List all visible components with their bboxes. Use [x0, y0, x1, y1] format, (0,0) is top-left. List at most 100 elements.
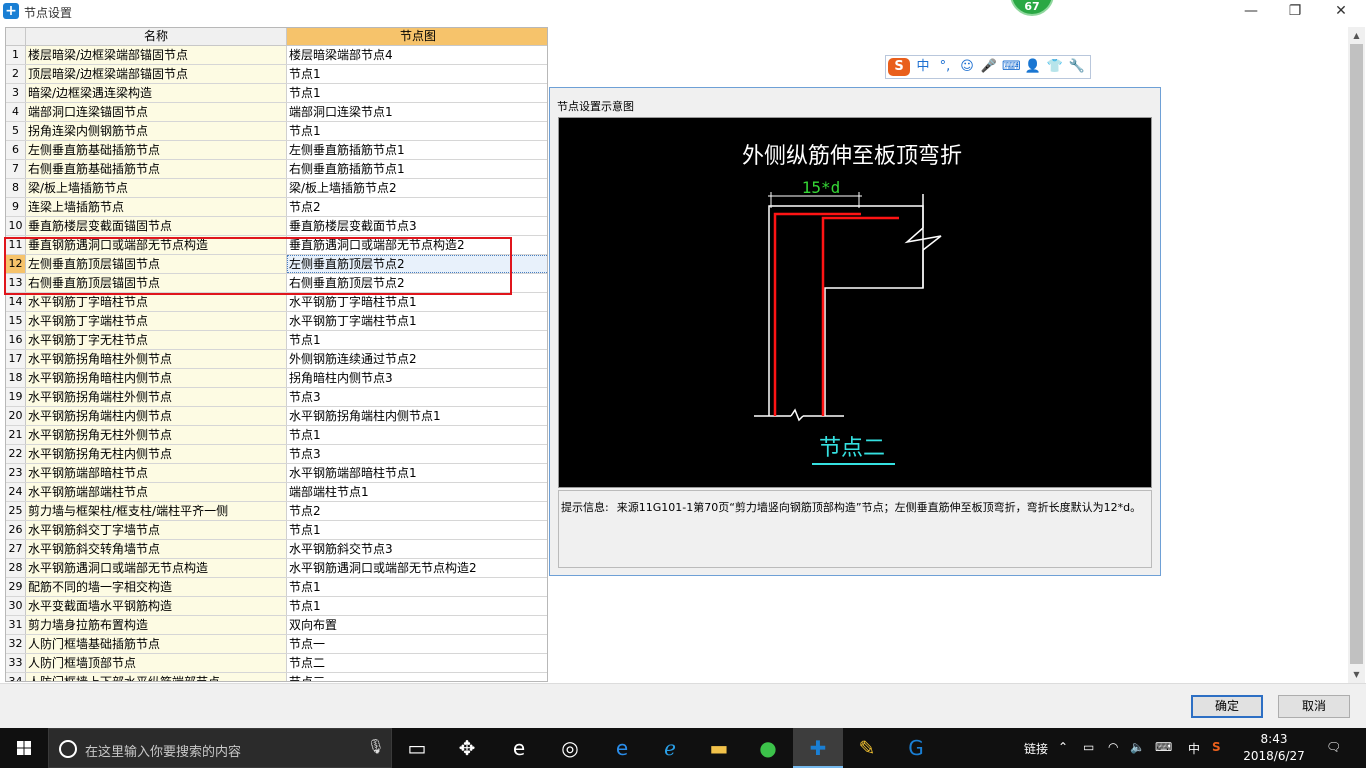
- row-node-value[interactable]: 右侧垂直筋顶层节点2: [287, 274, 547, 292]
- table-row[interactable]: 10 垂直筋楼层变截面锚固节点 垂直筋楼层变截面节点3: [6, 217, 547, 236]
- row-number[interactable]: 26: [6, 521, 26, 539]
- table-row[interactable]: 30 水平变截面墙水平钢筋构造 节点1: [6, 597, 547, 616]
- tray-link[interactable]: 链接: [1024, 740, 1048, 757]
- row-node-value[interactable]: 节点1: [287, 122, 547, 140]
- scroll-down-arrow-icon[interactable]: ▼: [1348, 666, 1365, 683]
- row-node-value[interactable]: 节点1: [287, 65, 547, 83]
- table-row[interactable]: 21 水平钢筋拐角无柱外侧节点 节点1: [6, 426, 547, 445]
- row-node-value[interactable]: 节点1: [287, 597, 547, 615]
- row-number[interactable]: 23: [6, 464, 26, 482]
- table-row[interactable]: 29 配筋不同的墙一字相交构造 节点1: [6, 578, 547, 597]
- row-number[interactable]: 10: [6, 217, 26, 235]
- row-number[interactable]: 24: [6, 483, 26, 501]
- glodon-app-icon[interactable]: ✚: [793, 728, 843, 768]
- row-node-value[interactable]: 楼层暗梁端部节点4: [287, 46, 547, 64]
- header-node[interactable]: 节点图: [287, 28, 547, 46]
- table-row[interactable]: 31 剪力墙身拉筋布置构造 双向布置: [6, 616, 547, 635]
- scroll-thumb[interactable]: [1350, 44, 1363, 664]
- row-number[interactable]: 34: [6, 673, 26, 681]
- ime-voice-icon[interactable]: 🎤: [980, 58, 998, 76]
- row-node-value[interactable]: 水平钢筋拐角端柱内侧节点1: [287, 407, 547, 425]
- row-node-value[interactable]: 垂直筋遇洞口或端部无节点构造2: [287, 236, 547, 254]
- tray-keyboard-icon[interactable]: ⌨: [1155, 740, 1172, 754]
- pinwheel-app-icon[interactable]: ✥: [442, 728, 492, 768]
- row-number[interactable]: 16: [6, 331, 26, 349]
- ok-button[interactable]: 确定: [1191, 695, 1263, 718]
- row-number[interactable]: 25: [6, 502, 26, 520]
- tray-lang[interactable]: 中: [1188, 740, 1200, 757]
- taskbar-search-box[interactable]: 在这里输入你要搜索的内容 🎙: [48, 728, 392, 768]
- vertical-scrollbar[interactable]: ▲ ▼: [1348, 27, 1365, 683]
- table-row[interactable]: 25 剪力墙与框架柱/框支柱/端柱平齐一侧 节点2: [6, 502, 547, 521]
- row-number[interactable]: 11: [6, 236, 26, 254]
- row-number[interactable]: 20: [6, 407, 26, 425]
- table-row[interactable]: 4 端部洞口连梁锚固节点 端部洞口连梁节点1: [6, 103, 547, 122]
- close-button[interactable]: ✕: [1318, 0, 1364, 24]
- ime-user-icon[interactable]: 👤: [1024, 58, 1042, 76]
- row-node-value[interactable]: 节点二: [287, 654, 547, 672]
- scroll-up-arrow-icon[interactable]: ▲: [1348, 27, 1365, 44]
- row-number[interactable]: 31: [6, 616, 26, 634]
- row-node-value[interactable]: 右侧垂直筋插筋节点1: [287, 160, 547, 178]
- table-row[interactable]: 23 水平钢筋端部暗柱节点 水平钢筋端部暗柱节点1: [6, 464, 547, 483]
- table-row[interactable]: 2 顶层暗梁/边框梁端部锚固节点 节点1: [6, 65, 547, 84]
- ime-tools-icon[interactable]: 🔧: [1068, 58, 1086, 76]
- notepad-icon[interactable]: ✎: [842, 728, 892, 768]
- row-number[interactable]: 15: [6, 312, 26, 330]
- row-node-value[interactable]: 水平钢筋丁字端柱节点1: [287, 312, 547, 330]
- notification-icon[interactable]: 🗨: [1326, 740, 1341, 754]
- tray-volume-icon[interactable]: 🔈: [1130, 740, 1145, 754]
- row-node-value[interactable]: 节点2: [287, 502, 547, 520]
- sogou-logo-icon[interactable]: S: [888, 58, 910, 76]
- row-number[interactable]: 13: [6, 274, 26, 292]
- table-row[interactable]: 20 水平钢筋拐角端柱内侧节点 水平钢筋拐角端柱内侧节点1: [6, 407, 547, 426]
- row-number[interactable]: 19: [6, 388, 26, 406]
- row-number[interactable]: 28: [6, 559, 26, 577]
- row-node-value[interactable]: 水平钢筋斜交节点3: [287, 540, 547, 558]
- table-row[interactable]: 32 人防门框墙基础插筋节点 节点一: [6, 635, 547, 654]
- row-number[interactable]: 3: [6, 84, 26, 102]
- windows-start-button[interactable]: [0, 728, 48, 768]
- app-green-icon[interactable]: ●: [743, 728, 793, 768]
- table-row[interactable]: 11 垂直钢筋遇洞口或端部无节点构造 垂直筋遇洞口或端部无节点构造2: [6, 236, 547, 255]
- table-row[interactable]: 5 拐角连梁内侧钢筋节点 节点1: [6, 122, 547, 141]
- row-node-value[interactable]: 节点1: [287, 426, 547, 444]
- table-row[interactable]: 14 水平钢筋丁字暗柱节点 水平钢筋丁字暗柱节点1: [6, 293, 547, 312]
- row-node-value[interactable]: 垂直筋楼层变截面节点3: [287, 217, 547, 235]
- table-row[interactable]: 6 左侧垂直筋基础插筋节点 左侧垂直筋插筋节点1: [6, 141, 547, 160]
- row-node-value[interactable]: 外侧钢筋连续通过节点2: [287, 350, 547, 368]
- edge-icon[interactable]: e: [597, 728, 647, 768]
- row-number[interactable]: 7: [6, 160, 26, 178]
- table-row[interactable]: 33 人防门框墙顶部节点 节点二: [6, 654, 547, 673]
- table-row[interactable]: 24 水平钢筋端部端柱节点 端部端柱节点1: [6, 483, 547, 502]
- row-number[interactable]: 8: [6, 179, 26, 197]
- table-row[interactable]: 8 梁/板上墙插筋节点 梁/板上墙插筋节点2: [6, 179, 547, 198]
- row-number[interactable]: 1: [6, 46, 26, 64]
- cancel-button[interactable]: 取消: [1278, 695, 1350, 718]
- row-number[interactable]: 27: [6, 540, 26, 558]
- table-row[interactable]: 12 左侧垂直筋顶层锚固节点 左侧垂直筋顶层节点2: [6, 255, 547, 274]
- row-number[interactable]: 21: [6, 426, 26, 444]
- row-number[interactable]: 30: [6, 597, 26, 615]
- microphone-icon[interactable]: 🎙: [367, 739, 385, 755]
- row-node-value[interactable]: 双向布置: [287, 616, 547, 634]
- table-row[interactable]: 22 水平钢筋拐角无柱内侧节点 节点3: [6, 445, 547, 464]
- ime-punctuation-icon[interactable]: °,: [936, 58, 954, 76]
- maximize-button[interactable]: ❐: [1272, 0, 1318, 24]
- row-number[interactable]: 33: [6, 654, 26, 672]
- g-app-icon[interactable]: G: [891, 728, 941, 768]
- row-number[interactable]: 4: [6, 103, 26, 121]
- table-row[interactable]: 28 水平钢筋遇洞口或端部无节点构造 水平钢筋遇洞口或端部无节点构造2: [6, 559, 547, 578]
- row-node-value[interactable]: 节点三: [287, 673, 547, 681]
- row-node-value[interactable]: 水平钢筋遇洞口或端部无节点构造2: [287, 559, 547, 577]
- table-row[interactable]: 26 水平钢筋斜交丁字墙节点 节点1: [6, 521, 547, 540]
- row-number[interactable]: 17: [6, 350, 26, 368]
- table-row[interactable]: 9 连梁上墙插筋节点 节点2: [6, 198, 547, 217]
- ime-emoji-icon[interactable]: ☺: [958, 58, 976, 76]
- table-row[interactable]: 3 暗梁/边框梁遇连梁构造 节点1: [6, 84, 547, 103]
- tray-chevron-icon[interactable]: ⌃: [1058, 740, 1068, 754]
- row-node-value[interactable]: 节点2: [287, 198, 547, 216]
- row-node-value[interactable]: 端部端柱节点1: [287, 483, 547, 501]
- ime-keyboard-icon[interactable]: ⌨: [1002, 58, 1021, 76]
- tray-wifi-icon[interactable]: ◠: [1108, 740, 1118, 754]
